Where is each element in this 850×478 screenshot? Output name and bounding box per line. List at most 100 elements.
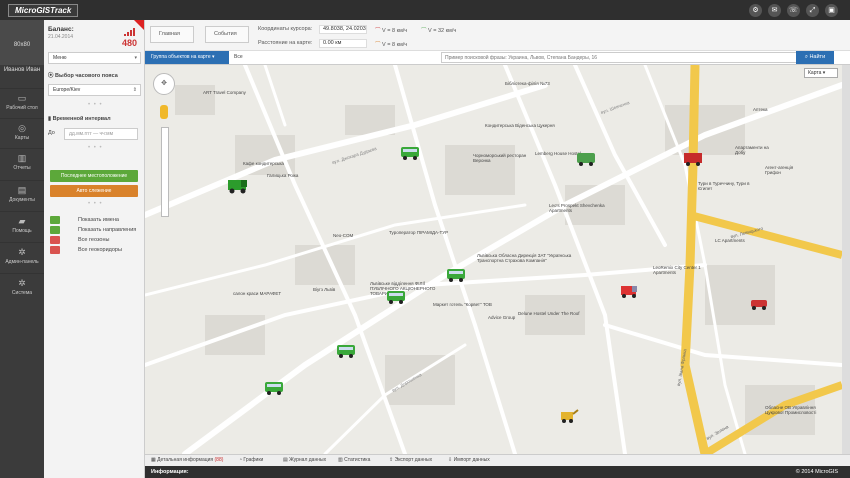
auto-tracking-button[interactable]: Авто слежение [50, 185, 138, 197]
map-scrollbar[interactable] [842, 65, 850, 454]
nav-item-admin[interactable]: ✲ Админ-панель [0, 242, 44, 272]
zoom-slider[interactable] [161, 127, 169, 217]
group-all-label[interactable]: Все [234, 54, 243, 60]
poi-label: Аптека [753, 107, 768, 112]
poi-label: Апартаменти на Добу [735, 145, 769, 155]
poi-label: Кондитерська Віденська Цукерня [485, 123, 555, 128]
vehicle-bus-icon[interactable] [445, 265, 467, 283]
poi-label: Львівська Обласна Дирекція ЗАТ "Українсь… [477, 253, 572, 263]
app-logo[interactable]: MicroGISTrack [8, 4, 79, 17]
show-names-toggle[interactable]: Показать имена [50, 215, 119, 224]
poi-label: Маркет готель "Корвет" ТОВ [433, 302, 492, 307]
tab-export[interactable]: ⇪ Экспорт данных [389, 457, 432, 463]
geozones-toggle[interactable]: Все геозоны [50, 235, 109, 244]
vehicle-excavator-icon[interactable] [557, 408, 579, 424]
street-view-pegman-icon[interactable] [160, 105, 168, 119]
toggle-label: Все геокоридоры [78, 246, 122, 253]
tab-statistics[interactable]: ▥ Статистика [338, 457, 370, 463]
find-button-label: Найти [809, 54, 826, 60]
poi-label: салон краси МАРАФЕТ [233, 291, 282, 296]
vehicle-red-truck-icon[interactable] [619, 283, 639, 299]
vehicle-red-truck-icon[interactable] [682, 149, 704, 167]
vehicle-bus-icon[interactable] [335, 341, 357, 359]
lock-icon[interactable]: ▣ [825, 4, 838, 17]
events-button[interactable]: События [205, 26, 249, 43]
object-group-dropdown[interactable]: Группа объектов на карте ▾ [145, 51, 229, 64]
nav-item-desktop[interactable]: ▭ Рабочий стол [0, 88, 44, 118]
tab-label: Журнал данных [289, 457, 327, 463]
menu-select[interactable]: Меню ▾ [48, 52, 141, 64]
address-search-input[interactable] [441, 52, 801, 63]
import-icon: ⇩ [448, 457, 453, 463]
menu-select-value: Меню [53, 55, 67, 61]
toggle-on-icon [50, 215, 60, 224]
poi-label: Туроператор ПІРАМІДА-ТУР [389, 230, 449, 235]
search-row: Группа объектов на карте ▾ Все ⌕ Найти [145, 51, 850, 65]
speed-red-icon: ⌒ [375, 28, 381, 34]
info-bar: Информация: © 2014 MicroGIS [145, 466, 850, 478]
mail-icon[interactable]: ✉ [768, 4, 781, 17]
collapse-dots[interactable]: • • • [88, 201, 103, 207]
pan-control-icon[interactable]: ✥ [153, 73, 175, 95]
nav-label: Документы [9, 197, 35, 203]
map-type-select[interactable]: Карта ▾ [804, 68, 838, 78]
from-label: До [48, 130, 55, 136]
nav-item-system[interactable]: ✲ Система [0, 273, 44, 303]
poi-label: LeoRemix City Center 1 Apartments [653, 265, 701, 275]
show-directions-toggle[interactable]: Показать направления [50, 225, 136, 234]
nav-item-documents[interactable]: ▤ Документы [0, 180, 44, 210]
tab-data-log[interactable]: ▤ Журнал данных [283, 457, 326, 463]
poi-label: Delune Hostel Under The Roof [518, 311, 580, 316]
main-button[interactable]: Главная [150, 26, 194, 43]
toggle-label: Все геозоны [78, 236, 110, 243]
map-icon: ◎ [18, 123, 26, 133]
distance-label: Расстояние на карте: [258, 40, 313, 46]
tab-label: Экспорт данных [394, 457, 433, 463]
nav-item-help[interactable]: ▰ Помощь [0, 211, 44, 241]
last-location-button[interactable]: Последнее местоположение [50, 170, 138, 182]
poi-label: Тури в Туреччину, Тури в Єгипет [698, 181, 750, 191]
collapse-dots[interactable]: • • • [88, 145, 103, 151]
vehicle-bus-icon[interactable] [385, 287, 407, 305]
vehicle-truck-icon[interactable] [225, 177, 251, 195]
speed-green-icon: ⌒ [421, 28, 427, 34]
vehicle-bus-icon[interactable] [399, 143, 421, 161]
user-name[interactable]: Иванов Иван [0, 67, 44, 73]
collapse-dots[interactable]: • • • [88, 102, 103, 108]
poi-label: Кафе кондитерська [243, 161, 284, 166]
vehicle-van-icon[interactable] [575, 149, 597, 167]
control-panel: Баланс: 21.04.2014 480 Меню ▾ ⦿ Выбор час… [44, 20, 145, 478]
speed-fast-value: V = 32 км/ч [428, 28, 457, 34]
fullscreen-icon[interactable]: ⤢ [806, 4, 819, 17]
tab-count: (88) [214, 457, 224, 463]
timezone-value: Europe/Kiev [53, 87, 81, 93]
nav-item-maps[interactable]: ◎ Карты [0, 118, 44, 148]
chevron-down-icon: ▾ [134, 55, 137, 61]
tab-details[interactable]: ▦ Детальная информация (88) [151, 457, 223, 463]
poi-label: Обласне ОВ Управління Цукрової Промислов… [765, 405, 817, 415]
timezone-select[interactable]: Europe/Kiev ⇕ [48, 84, 141, 96]
nav-label: Карты [14, 135, 30, 141]
toggle-on-icon [50, 225, 60, 234]
nav-item-reports[interactable]: ▥ Отчеты [0, 148, 44, 178]
group-btn-label: Группа объектов на карте [151, 54, 211, 60]
tab-label: Статистика [344, 457, 371, 463]
find-button[interactable]: ⌕ Найти [796, 51, 834, 64]
map-type-value: Карта [808, 70, 822, 76]
chat-icon: ▰ [18, 216, 26, 226]
nav-label: Отчеты [13, 165, 31, 171]
date-input[interactable]: дд.мм.гггг — чч:мм [64, 128, 138, 140]
vehicle-bus-icon[interactable] [263, 378, 285, 396]
geocorridors-toggle[interactable]: Все геокоридоры [50, 245, 122, 254]
avatar[interactable]: 80x80 [0, 20, 44, 65]
poi-label: Advice Group [488, 315, 516, 320]
vehicle-red-car-icon[interactable] [749, 297, 769, 311]
phone-icon[interactable]: ☏ [787, 4, 800, 17]
speed-slow-value: V = 8 км/ч [382, 28, 408, 34]
distance-value: 0.00 км [319, 39, 367, 48]
tab-graphs[interactable]: ◔ Графики [239, 457, 263, 463]
chart-icon: ▥ [17, 153, 27, 163]
tab-import[interactable]: ⇩ Импорт данных [448, 457, 490, 463]
map-view[interactable]: ✥ Карта ▾ ART Travel Company Кафе кондит… [145, 65, 842, 454]
cog-icon[interactable]: ⚙ [749, 4, 762, 17]
